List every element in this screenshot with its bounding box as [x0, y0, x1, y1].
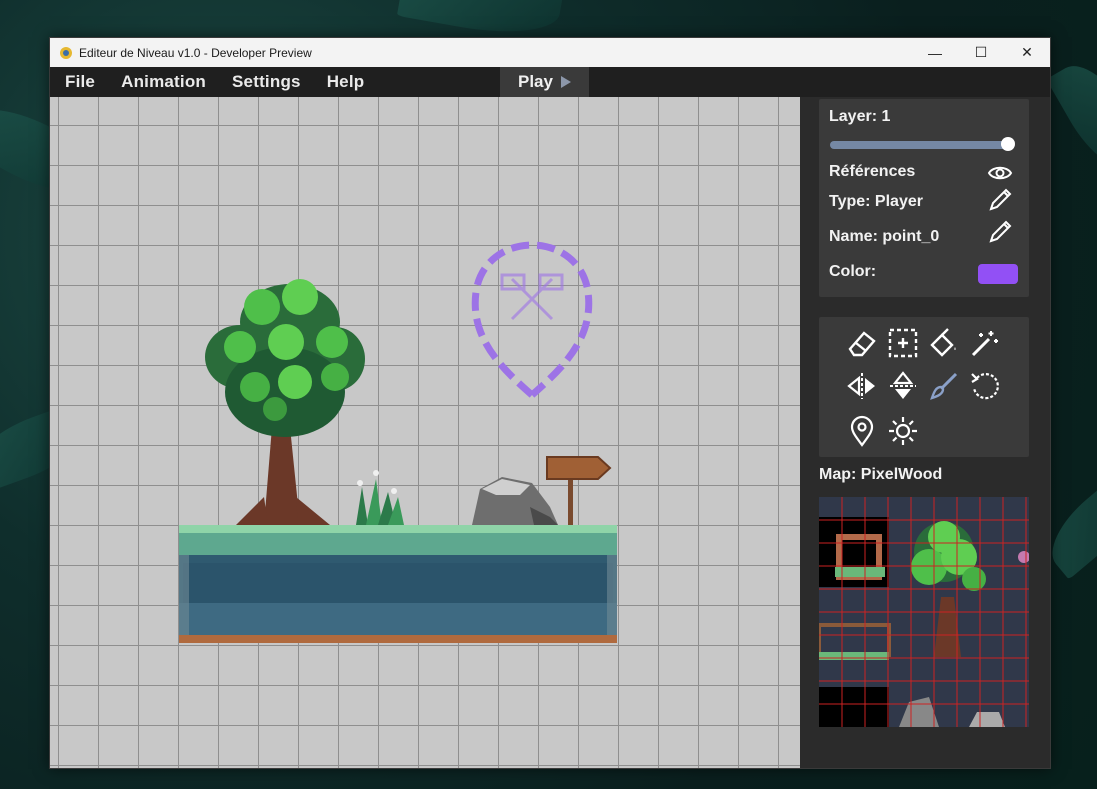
rock-sprite: [472, 477, 558, 525]
select-tool[interactable]: [885, 325, 921, 361]
fill-icon: [930, 328, 956, 357]
tileset-viewer[interactable]: [819, 497, 1029, 727]
map-label: Map: PixelWood: [819, 466, 943, 483]
brush-tool[interactable]: [926, 368, 962, 404]
minimize-icon: —: [928, 44, 942, 61]
level-canvas[interactable]: [50, 97, 800, 768]
play-label: Play: [518, 72, 553, 91]
close-button[interactable]: ✕: [1004, 38, 1050, 67]
player-spawn-icon: [500, 273, 564, 321]
properties-panel: Layer: 1 Références Type: Player Name: p…: [819, 99, 1029, 297]
grass-sprite: [356, 470, 404, 525]
menu-bar: File Animation Settings Help Play: [50, 67, 1050, 97]
signpost-sprite: [546, 456, 612, 525]
edit-type-icon[interactable]: [987, 187, 1013, 213]
eraser-icon: [848, 331, 876, 357]
edit-name-icon[interactable]: [987, 219, 1013, 245]
menu-animation[interactable]: Animation: [110, 72, 217, 92]
maximize-icon: ☐: [974, 44, 988, 60]
rotate-tool[interactable]: [967, 368, 1003, 404]
fill-tool[interactable]: [926, 325, 962, 361]
magic-wand-tool[interactable]: [967, 325, 1003, 361]
menu-settings[interactable]: Settings: [221, 72, 312, 92]
type-label: Type: Player: [829, 193, 923, 210]
layer-slider-handle[interactable]: [1001, 137, 1015, 151]
close-icon: ✕: [1021, 44, 1033, 60]
app-icon: [60, 46, 72, 59]
magic-wand-icon: [971, 331, 998, 357]
light-icon: [889, 417, 917, 445]
maximize-button[interactable]: ☐: [958, 38, 1004, 67]
layer-slider[interactable]: [830, 141, 1008, 149]
title-bar: Editeur de Niveau v1.0 - Developer Previ…: [50, 38, 1050, 67]
flip-vertical-tool[interactable]: [885, 368, 921, 404]
app-window: Editeur de Niveau v1.0 - Developer Previ…: [49, 37, 1051, 769]
location-pin-icon: [850, 415, 874, 447]
layer-label: Layer: 1: [829, 108, 891, 125]
play-button[interactable]: Play: [500, 67, 589, 97]
eye-icon[interactable]: [987, 160, 1013, 186]
brush-icon: [930, 372, 958, 400]
flip-horizontal-tool[interactable]: [844, 368, 880, 404]
minimize-button[interactable]: —: [912, 38, 958, 67]
ground-platform: [179, 525, 617, 643]
background-leaf: [1046, 51, 1097, 184]
tree-sprite: [205, 279, 365, 525]
color-label: Color:: [829, 263, 877, 280]
window-title: Editeur de Niveau v1.0 - Developer Previ…: [79, 45, 312, 60]
eraser-tool[interactable]: [844, 325, 880, 361]
location-pin-tool[interactable]: [844, 413, 880, 449]
menu-help[interactable]: Help: [316, 72, 376, 92]
menu-file[interactable]: File: [54, 72, 106, 92]
references-label: Références: [829, 163, 916, 180]
flip-vertical-icon: [890, 371, 916, 399]
light-tool[interactable]: [885, 413, 921, 449]
flip-horizontal-icon: [847, 373, 875, 399]
player-spawn-marker[interactable]: [471, 241, 593, 398]
tools-panel: [819, 317, 1029, 457]
select-icon: [888, 328, 918, 358]
name-label: Name: point_0: [829, 228, 940, 245]
color-swatch[interactable]: [978, 264, 1018, 284]
rotate-icon: [971, 373, 999, 400]
play-icon: [560, 76, 571, 88]
side-panel: Layer: 1 Références Type: Player Name: p…: [800, 97, 1050, 768]
